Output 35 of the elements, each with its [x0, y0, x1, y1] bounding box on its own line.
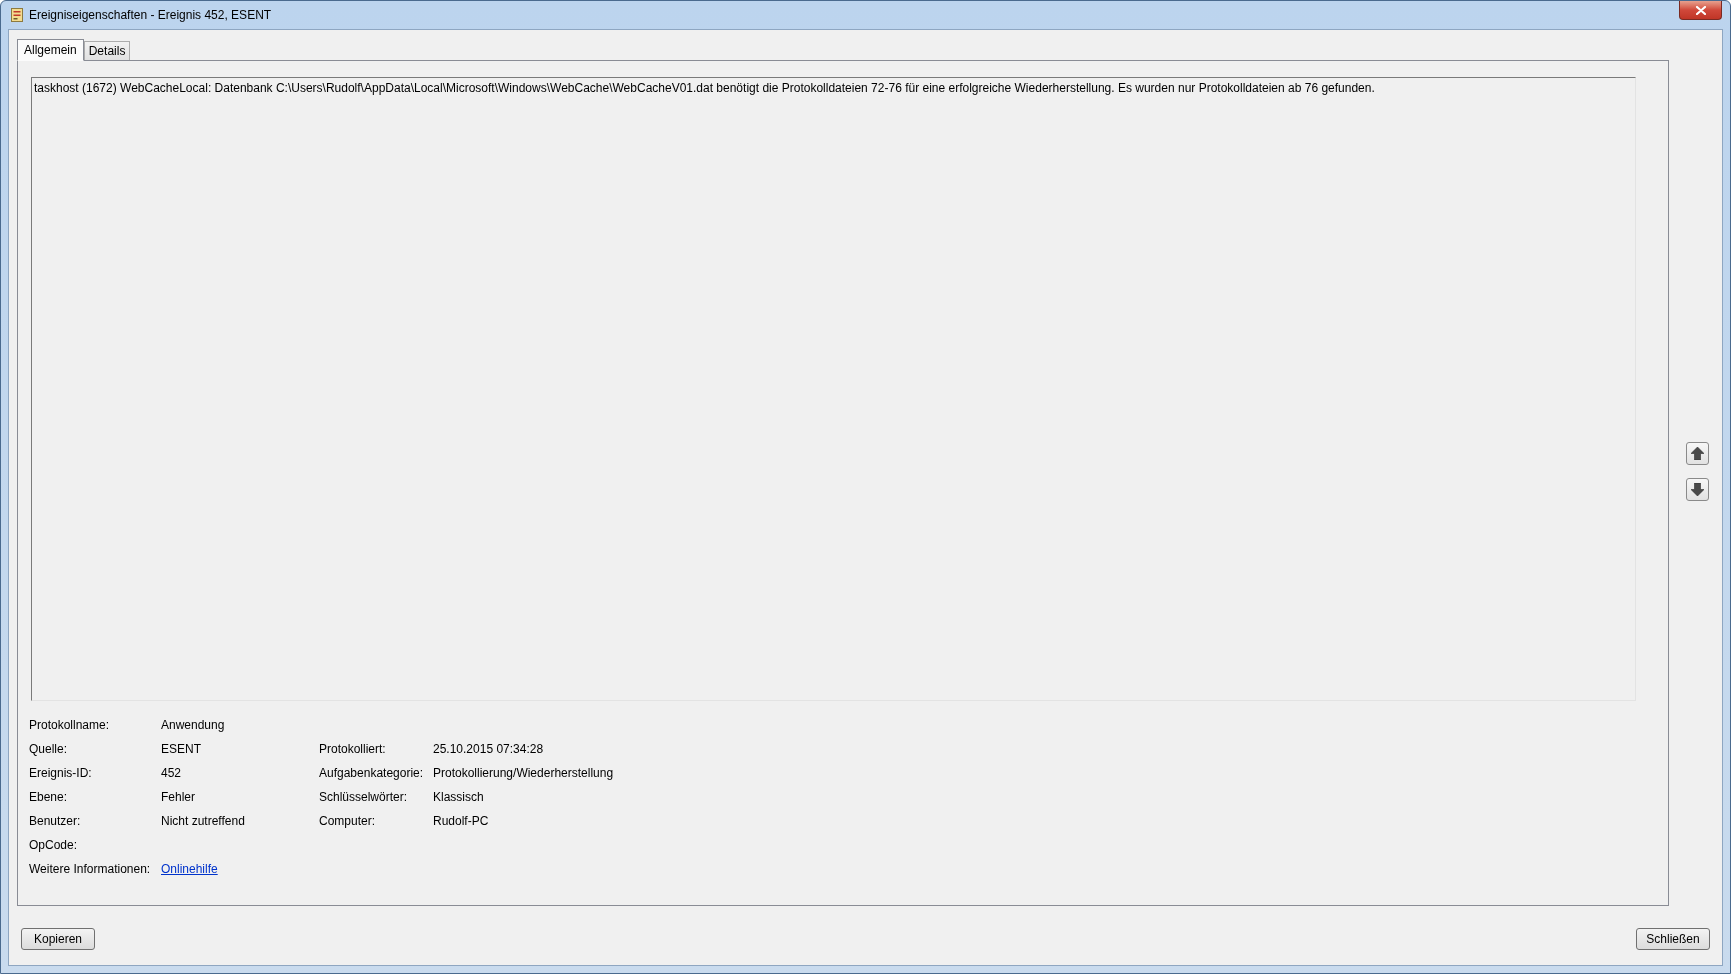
field-value: Klassisch	[433, 789, 484, 806]
field-value: Anwendung	[161, 717, 225, 734]
field-label: Quelle:	[29, 741, 68, 758]
field-value: ESENT	[161, 741, 201, 758]
message-field[interactable]	[31, 77, 1636, 701]
field-label: OpCode:	[29, 837, 78, 854]
tab[interactable]: Details	[83, 41, 131, 60]
field-label: Protokolliert:	[319, 741, 386, 758]
arrow-up-icon	[1691, 447, 1704, 460]
move-down-button[interactable]	[1686, 478, 1709, 501]
field-value: 452	[161, 765, 182, 782]
field-value: Nicht zutreffend	[161, 813, 245, 830]
document-icon	[11, 8, 23, 22]
message-text: taskhost (1672) WebCacheLocal: Datenbank C:\Users\Rudolf\AppData\Local\Microsoft\Windows\WebCache\WebCacheV01.dat benötigt die Protokolldateien 72-76 für eine erfolgreiche Wiederherstellung. Es wurden nur Protokolldateien ab 76 gefunden.	[34, 81, 1376, 96]
field-label: Schlüsselwörter:	[319, 789, 408, 806]
close-dialog-button[interactable]: Schließen	[1636, 928, 1710, 950]
field-label: Ereignis-ID:	[29, 765, 92, 782]
field-label: Computer:	[319, 813, 376, 830]
field-label: Benutzer:	[29, 813, 81, 830]
field-value: Fehler	[161, 789, 195, 806]
help-link[interactable]: Onlinehilfe	[161, 860, 218, 878]
arrow-down-icon	[1691, 483, 1704, 496]
move-up-button[interactable]	[1686, 442, 1709, 465]
copy-button[interactable]: Kopieren	[21, 928, 95, 950]
tab[interactable]: Allgemein	[17, 39, 84, 61]
field-label: Ebene:	[29, 789, 68, 806]
field-value: Rudolf-PC	[433, 813, 489, 830]
field-label: Aufgabenkategorie:	[319, 765, 424, 782]
window-title: Ereigniseigenschaften - Ereignis 452, ESENT	[29, 8, 272, 23]
close-icon	[1695, 5, 1706, 15]
field-label: Weitere Informationen:	[29, 861, 151, 878]
field-value: 25.10.2015 07:34:28	[433, 741, 544, 758]
field-value: Protokollierung/Wiederherstellung	[433, 765, 614, 782]
close-button[interactable]	[1679, 1, 1722, 20]
field-label: Protokollname:	[29, 717, 110, 734]
